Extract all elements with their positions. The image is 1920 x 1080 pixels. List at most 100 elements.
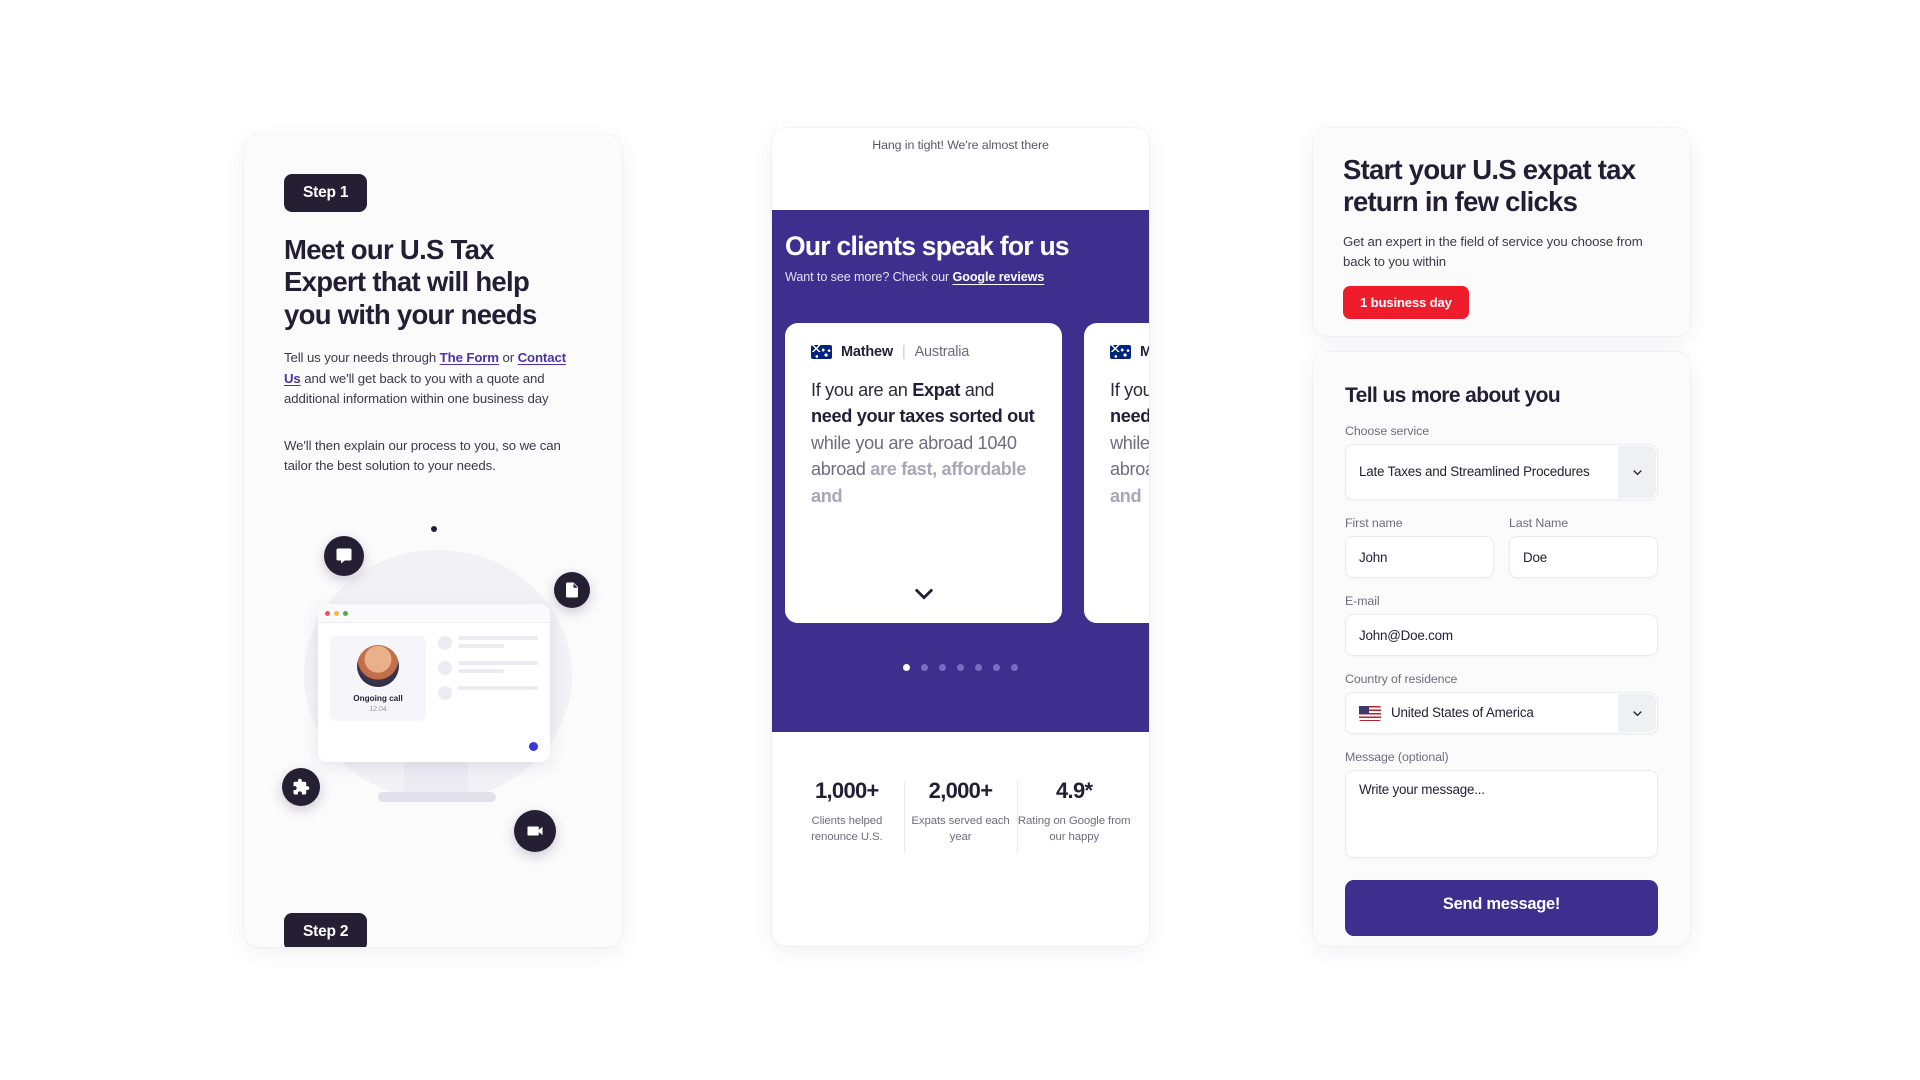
service-selected-value: Late Taxes and Streamlined Procedures <box>1359 464 1590 480</box>
carousel-dot[interactable] <box>1011 664 1018 671</box>
turnaround-badge: 1 business day <box>1343 286 1469 320</box>
monitor-base <box>378 792 496 802</box>
service-select[interactable]: Late Taxes and Streamlined Procedures <box>1345 444 1658 500</box>
chevron-down-icon[interactable] <box>1618 694 1656 732</box>
message-label: Message (optional) <box>1345 750 1449 764</box>
testimonials-title: Our clients speak for us <box>785 231 1070 261</box>
carousel-dot[interactable] <box>939 664 946 671</box>
ongoing-call-card: Ongoing call 12:04 <box>330 636 426 721</box>
email-input[interactable]: John@Doe.com <box>1345 614 1658 656</box>
testimonial-author-name: Mathew <box>841 344 893 360</box>
loading-note: Hang in tight! We're almost there <box>872 138 1049 152</box>
chat-avatar-icon <box>438 661 452 675</box>
chat-bubble-icon <box>324 536 364 576</box>
stat-item: 4.9* Rating on Google from our happy <box>1017 778 1131 854</box>
last-name-label: Last Name <box>1509 516 1569 530</box>
chat-bar <box>458 686 538 690</box>
contact-form: Tell us more about you Choose service La… <box>1313 352 1690 936</box>
form-header-content: Start your U.S expat tax return in few c… <box>1313 128 1690 320</box>
quote-part: If you are an <box>1110 380 1149 400</box>
page-title: Start your U.S expat tax return in few c… <box>1343 154 1636 218</box>
chat-bar <box>458 636 538 640</box>
chat-bar <box>458 669 505 673</box>
country-select[interactable]: United States of America <box>1345 692 1658 734</box>
minimize-dot-icon <box>334 610 339 616</box>
form-subtitle: Get an expert in the field of service yo… <box>1343 233 1643 269</box>
testimonial-author: Mark | Canada <box>1110 344 1149 360</box>
testimonials-panel: Hang in tight! We're almost there Our cl… <box>772 128 1149 946</box>
stat-item: 2,000+ Expats served each year <box>903 778 1018 854</box>
chat-bars <box>458 636 538 648</box>
country-label: Country of residence <box>1345 672 1458 686</box>
testimonial-card[interactable]: Mark | Canada If you are an Expat and ne… <box>1084 323 1149 623</box>
process-title: Meet our U.S Tax Expert that will help y… <box>284 234 537 330</box>
google-reviews-link[interactable]: Google reviews <box>953 270 1045 284</box>
quote-fade-overlay <box>785 531 1062 623</box>
carousel-pagination[interactable] <box>772 664 1149 671</box>
chat-bar <box>458 644 505 648</box>
testimonial-quote: If you are an Expat and need your taxes … <box>1110 377 1149 509</box>
field-message: Message (optional) Write your message... <box>1345 750 1658 858</box>
process-panel: Step 1 Meet our U.S Tax Expert that will… <box>244 135 622 947</box>
name-row: First name John Last Name Doe <box>1345 500 1658 578</box>
step-1-badge: Step 1 <box>284 174 368 212</box>
document-icon <box>554 572 590 608</box>
chat-avatar-icon <box>438 686 452 700</box>
webcam-icon <box>431 526 437 532</box>
email-value: John@Doe.com <box>1359 627 1453 643</box>
testimonials-subtitle: Want to see more? Check our Google revie… <box>785 270 1044 284</box>
email-label: E-mail <box>1345 594 1380 608</box>
stat-value: 2,000+ <box>928 778 993 803</box>
chat-bar <box>458 661 538 665</box>
testimonial-card[interactable]: Mathew | Australia If you are an Expat a… <box>785 323 1062 623</box>
testimonials-subtitle-prefix: Want to see more? Check our <box>785 270 953 284</box>
field-first-name: First name John <box>1345 516 1494 578</box>
last-name-input[interactable]: Doe <box>1509 536 1658 578</box>
testimonial-carousel[interactable]: Mathew | Australia If you are an Expat a… <box>785 323 1149 623</box>
stat-label: Clients helped renounce U.S. <box>811 815 883 844</box>
quote-part-bold: need your taxes sorted out <box>1110 406 1149 427</box>
chat-line-group <box>438 686 538 700</box>
field-last-name: Last Name Doe <box>1509 516 1658 578</box>
field-service: Choose service Late Taxes and Streamline… <box>1345 424 1658 500</box>
message-placeholder: Write your message... <box>1359 782 1485 797</box>
service-label: Choose service <box>1345 424 1429 438</box>
quote-fade-overlay <box>1084 531 1149 623</box>
quote-part: while you are abroad 1040 abroad <box>1110 432 1149 480</box>
quote-part: and <box>960 380 995 400</box>
carousel-dot[interactable] <box>975 664 982 671</box>
video-camera-icon <box>514 810 556 852</box>
flag-usa-icon <box>1359 705 1381 721</box>
testimonial-quote: If you are an Expat and need your taxes … <box>811 377 1036 509</box>
flag-australia-icon <box>811 345 832 359</box>
testimonial-author: Mathew | Australia <box>811 344 1036 360</box>
first-name-label: First name <box>1345 516 1403 530</box>
testimonial-author-country: Australia <box>914 344 970 360</box>
chat-placeholder-lines <box>438 636 538 721</box>
form-title: Tell us more about you <box>1345 384 1561 407</box>
the-form-link[interactable]: The Form <box>440 350 499 365</box>
chat-avatar-icon <box>438 636 452 650</box>
process-paragraph-1-mid: or <box>498 350 518 366</box>
quote-part-bold: need your taxes sorted out <box>811 406 1035 427</box>
maximize-dot-icon <box>343 610 348 616</box>
carousel-dot[interactable] <box>993 664 1000 671</box>
chat-bars <box>458 686 538 690</box>
puzzle-piece-icon <box>282 768 320 806</box>
stat-value: 4.9* <box>1056 778 1093 803</box>
message-textarea[interactable]: Write your message... <box>1345 770 1658 858</box>
step-2-badge: Step 2 <box>284 913 368 947</box>
call-window-body: Ongoing call 12:04 <box>318 623 550 734</box>
field-country: Country of residence United States of Am… <box>1345 672 1658 734</box>
call-window: Ongoing call 12:04 <box>318 604 550 762</box>
carousel-dot[interactable] <box>903 664 910 671</box>
contact-form-panel: Tell us more about you Choose service La… <box>1313 352 1690 946</box>
chevron-down-icon[interactable] <box>1618 446 1656 498</box>
first-name-input[interactable]: John <box>1345 536 1494 578</box>
stat-item: 1,000+ Clients helped renounce U.S. <box>790 778 904 845</box>
send-message-button[interactable]: Send message! <box>1345 880 1658 936</box>
carousel-dot[interactable] <box>921 664 928 671</box>
chevron-down-icon[interactable] <box>910 579 938 607</box>
carousel-dot[interactable] <box>957 664 964 671</box>
process-paragraph-1-suffix: and we'll get back to you with a quote a… <box>284 370 549 407</box>
